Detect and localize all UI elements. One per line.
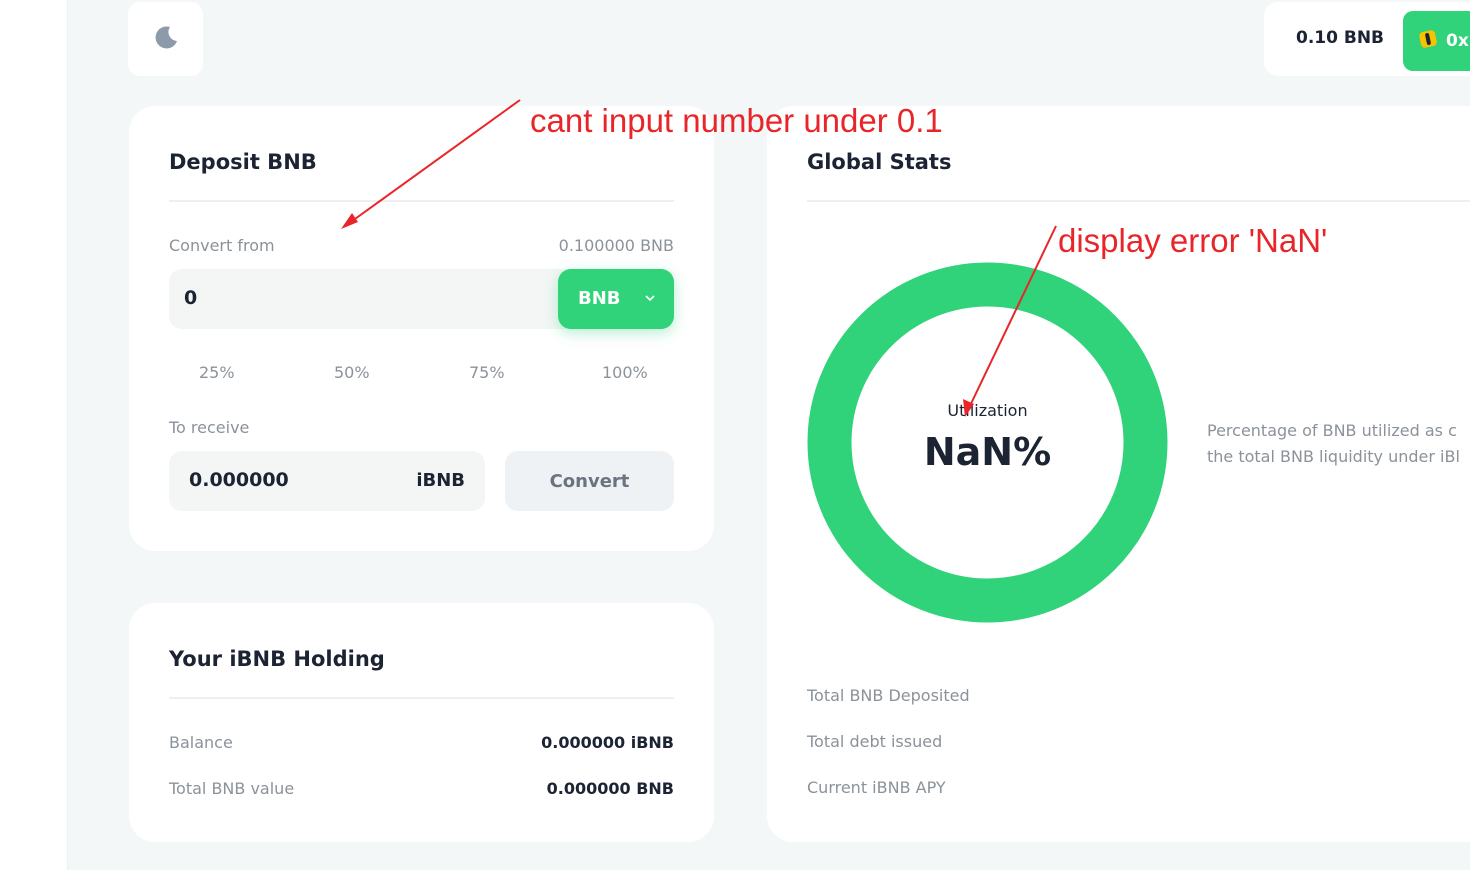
convert-button[interactable]: Convert <box>505 451 674 511</box>
utilization-label: Utilization <box>947 401 1028 420</box>
wallet-address: 0x <box>1446 31 1469 51</box>
holding-card: Your iBNB Holding Balance 0.000000 iBNB … <box>129 603 714 842</box>
left-sidebar-strip <box>0 0 68 870</box>
deposit-title: Deposit BNB <box>169 150 317 174</box>
percent-100-button[interactable]: 100% <box>602 363 648 382</box>
ibnb-apy-label: Current iBNB APY <box>807 778 946 797</box>
wallet-balance: 0.10 BNB <box>1296 28 1385 48</box>
available-balance: 0.100000 BNB <box>558 236 674 255</box>
percent-25-button[interactable]: 25% <box>199 363 235 382</box>
wallet-panel: 0.10 BNB 0x <box>1264 2 1470 76</box>
wallet-logo-icon <box>1417 28 1439 54</box>
amount-input-value: 0 <box>184 287 198 309</box>
description-line-1: Percentage of BNB utilized as c <box>1207 421 1457 440</box>
token-select-button[interactable]: BNB <box>558 269 674 329</box>
moon-icon <box>153 24 179 54</box>
annotation-note-1: cant input number under 0.1 <box>530 102 943 139</box>
utilization-value: NaN% <box>923 430 1052 474</box>
stats-divider <box>807 200 1470 202</box>
balance-value: 0.000000 iBNB <box>541 733 674 752</box>
bnb-value-value: 0.000000 BNB <box>546 779 674 798</box>
bnb-value-label: Total BNB value <box>169 779 295 798</box>
total-deposited-label: Total BNB Deposited <box>807 686 970 705</box>
deposit-card: Deposit BNB Convert from 0.100000 BNB 0 … <box>129 106 714 551</box>
convert-from-label: Convert from <box>169 236 275 255</box>
holding-divider <box>169 697 674 699</box>
description-line-2: the total BNB liquidity under iBl <box>1207 447 1460 466</box>
wallet-address-button[interactable]: 0x <box>1403 11 1470 71</box>
to-receive-label: To receive <box>169 418 250 437</box>
stats-title: Global Stats <box>807 150 952 174</box>
annotation-note-2: display error 'NaN' <box>1058 222 1328 259</box>
balance-label: Balance <box>169 733 233 752</box>
receive-output: 0.000000 iBNB <box>169 451 485 511</box>
total-debt-label: Total debt issued <box>807 732 943 751</box>
receive-unit: iBNB <box>416 470 465 491</box>
receive-value: 0.000000 <box>189 469 289 491</box>
utilization-description: Percentage of BNB utilized as c the tota… <box>1207 418 1470 470</box>
theme-toggle-button[interactable] <box>128 2 203 76</box>
global-stats-card: Global Stats Utilization NaN% Percentage… <box>767 106 1470 842</box>
percent-75-button[interactable]: 75% <box>469 363 505 382</box>
percent-50-button[interactable]: 50% <box>334 363 370 382</box>
chevron-down-icon <box>644 289 656 308</box>
deposit-divider <box>169 200 674 202</box>
token-select-label: BNB <box>578 288 621 309</box>
holding-title: Your iBNB Holding <box>169 647 385 671</box>
